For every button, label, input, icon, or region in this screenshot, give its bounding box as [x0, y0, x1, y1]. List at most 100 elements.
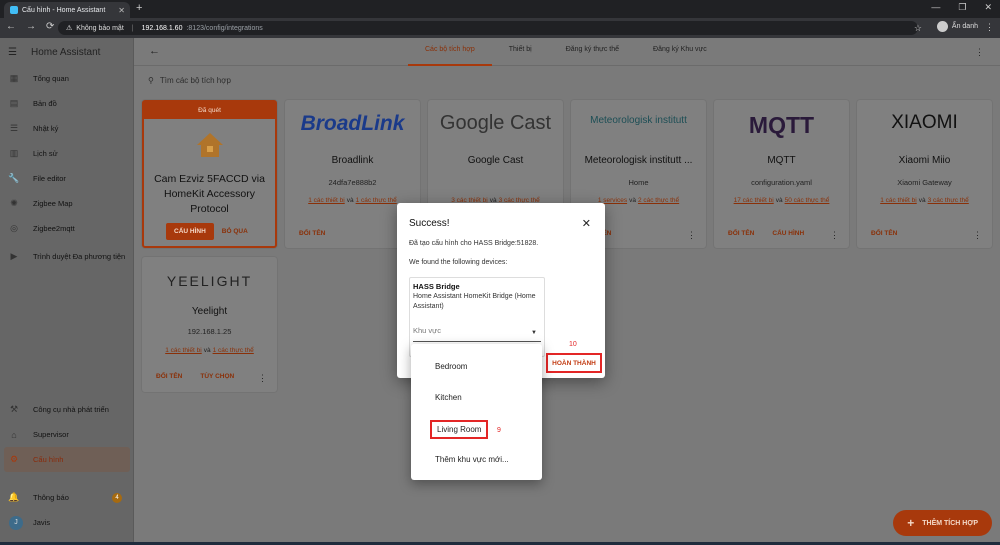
security-label: Không bảo mật: [76, 24, 124, 32]
overflow-menu-icon[interactable]: ⋮: [975, 47, 984, 58]
area-option-kitchen[interactable]: Kitchen: [435, 393, 462, 402]
links-joiner: và: [346, 197, 354, 204]
integration-logo: BroadLink: [300, 112, 405, 135]
app-title: Home Assistant: [30, 46, 101, 58]
incognito-profile[interactable]: Ẩn danh: [936, 21, 978, 32]
back-arrow-icon[interactable]: ←: [6, 21, 16, 32]
area-select[interactable]: Khu vực ▼: [413, 326, 541, 342]
integration-actions: ĐỔI TÊN CẤU HÌNH ⋮: [728, 230, 839, 241]
integration-logo: YEELIGHT: [166, 273, 253, 289]
sidebar-item-label: Supervisor: [33, 430, 69, 439]
search-input[interactable]: Tìm các bộ tích hợp: [160, 76, 231, 85]
rename-button[interactable]: ĐỔI TÊN: [156, 373, 182, 384]
sidebar-item[interactable]: ▶ Trình duyệt Đa phương tiện: [0, 241, 133, 271]
device-description: Home Assistant HomeKit Bridge (Home Assi…: [413, 293, 536, 310]
integration-logo: MQTT: [748, 112, 815, 138]
sidebar-item[interactable]: ⌂ Supervisor: [0, 422, 134, 447]
sidebar-item[interactable]: ☰ Nhật ký: [0, 116, 133, 141]
devices-link[interactable]: 1 các thiết bị: [165, 347, 202, 354]
tab[interactable]: Đăng ký Khu vực: [636, 38, 724, 66]
map-icon: ▤: [9, 98, 19, 108]
integration-actions: ĐỔI TÊN TÙY CHỌN ⋮: [156, 373, 267, 384]
entities-link[interactable]: 2 các thực thể: [638, 197, 679, 204]
new-tab-button[interactable]: +: [136, 2, 142, 14]
minimize-icon[interactable]: —: [931, 2, 940, 13]
sidebar-bottom: ⚒ Công cụ nhà phát triển ⌂ Supervisor ⚙ Cấu h…: [0, 397, 134, 535]
sidebar-item[interactable]: ⚒ Công cụ nhà phát triển: [0, 397, 134, 422]
card-menu-icon[interactable]: ⋮: [258, 373, 267, 384]
rename-button[interactable]: ĐỔI TÊN: [871, 230, 897, 241]
url-separator: |: [131, 24, 134, 32]
back-arrow-icon[interactable]: ←: [149, 45, 160, 57]
sidebar-item-user[interactable]: J Javis: [0, 510, 134, 535]
close-tab-icon[interactable]: ✕: [118, 6, 125, 15]
dialog-message: Đã tạo cấu hình cho HASS Bridge:51828.: [409, 240, 539, 247]
links-joiner: và: [918, 197, 926, 204]
entities-link[interactable]: 1 các thực thể: [213, 347, 254, 354]
area-option-add-new[interactable]: Thêm khu vực mới...: [435, 455, 509, 464]
dialog-title: Success!: [409, 218, 450, 229]
devices-link[interactable]: 1 các thiết bị: [880, 197, 917, 204]
top-bar: ← Các bộ tích hợp Thiết bị Đăng ký thực th…: [134, 38, 1000, 66]
reload-icon[interactable]: ⟳: [46, 21, 54, 32]
close-icon[interactable]: ✕: [582, 217, 591, 230]
tab[interactable]: Thiết bị: [492, 38, 549, 66]
browser-menu-icon[interactable]: ⋮: [985, 22, 994, 33]
area-option-bedroom[interactable]: Bedroom: [435, 362, 467, 371]
card-menu-icon[interactable]: ⋮: [973, 230, 982, 241]
plus-icon: +: [907, 516, 915, 530]
config-tabs: Các bộ tích hợp Thiết bị Đăng ký thực thể Đ…: [408, 38, 724, 66]
dashboard-icon: ▦: [9, 73, 19, 83]
zigbee-map-icon: ✺: [10, 198, 18, 208]
tab[interactable]: Đăng ký thực thể: [549, 38, 636, 66]
integration-subtitle: Home: [628, 178, 649, 187]
bookmark-star-icon[interactable]: ☆: [914, 23, 922, 34]
entities-link[interactable]: 1 các thực thể: [356, 197, 397, 204]
discovered-name: Cam Ezviz 5FACCD via HomeKit Accessory P…: [154, 173, 265, 215]
configure-button[interactable]: CẤU HÌNH: [166, 223, 214, 240]
entities-link[interactable]: 50 các thực thể: [785, 197, 830, 204]
close-window-icon[interactable]: ✕: [984, 2, 992, 13]
notification-badge: 4: [112, 492, 122, 503]
maximize-icon[interactable]: ❐: [958, 2, 966, 13]
finish-button[interactable]: HOÀN THÀNH: [546, 353, 602, 373]
add-integration-button[interactable]: + THÊM TÍCH HỢP: [893, 510, 992, 536]
integration-name: Xiaomi Miio: [898, 155, 951, 166]
devices-link[interactable]: 17 các thiết bị: [734, 197, 774, 204]
rename-button[interactable]: ĐỔI TÊN: [299, 230, 325, 241]
url-path: :8123/config/integrations: [186, 24, 263, 32]
address-bar[interactable]: ⚠ Không bảo mật | 192.168.1.60:8123/conf…: [58, 21, 918, 35]
sidebar-item[interactable]: ▦ Tổng quan: [0, 66, 133, 91]
options-button[interactable]: TÙY CHỌN: [200, 373, 234, 384]
integration-links: 1 các thiết bị và 1 các thực thể: [142, 347, 277, 354]
card-menu-icon[interactable]: ⋮: [687, 230, 696, 241]
sidebar-item[interactable]: ⚙ Cấu hình: [4, 447, 130, 472]
tab[interactable]: Các bộ tích hợp: [408, 38, 492, 66]
rename-button[interactable]: ĐỔI TÊN: [728, 230, 754, 241]
sidebar-item[interactable]: ✺ Zigbee Map: [0, 191, 133, 216]
sidebar-item[interactable]: ◎ Zigbee2mqtt: [0, 216, 133, 241]
supervisor-icon: ⌂: [11, 429, 17, 440]
discovered-integration-card: Đã quét Cam Ezviz 5FACCD via HomeKit Acc…: [142, 100, 277, 248]
device-name: HASS Bridge: [413, 282, 460, 291]
sidebar-item[interactable]: ▥ Lịch sử: [0, 141, 133, 166]
menu-icon[interactable]: ☰: [8, 47, 17, 58]
options-button[interactable]: CẤU HÌNH: [772, 230, 804, 241]
entities-link[interactable]: 3 các thực thể: [928, 197, 969, 204]
sidebar-item[interactable]: ▤ Bản đồ: [0, 91, 133, 116]
area-option-living-room[interactable]: Living Room: [430, 420, 489, 439]
area-select-placeholder: Khu vực: [413, 326, 441, 335]
links-joiner: và: [775, 197, 783, 204]
warning-icon: ⚠: [66, 25, 73, 32]
devices-link[interactable]: 1 các thiết bị: [308, 197, 345, 204]
add-integration-label: THÊM TÍCH HỢP: [922, 519, 978, 527]
forward-arrow-icon[interactable]: →: [26, 21, 36, 32]
sidebar-item[interactable]: 🔧 File editor: [0, 166, 133, 191]
links-joiner: và: [203, 347, 211, 354]
integration-subtitle: Xiaomi Gateway: [897, 178, 952, 187]
sidebar-item-notifications[interactable]: 🔔 Thông báo 4: [0, 485, 134, 510]
card-menu-icon[interactable]: ⋮: [830, 230, 839, 241]
browser-tab[interactable]: Cấu hình - Home Assistant ✕: [4, 2, 130, 18]
search-bar[interactable]: ⚲ Tìm các bộ tích hợp: [148, 76, 231, 85]
skip-button[interactable]: BỎ QUA: [222, 228, 248, 235]
